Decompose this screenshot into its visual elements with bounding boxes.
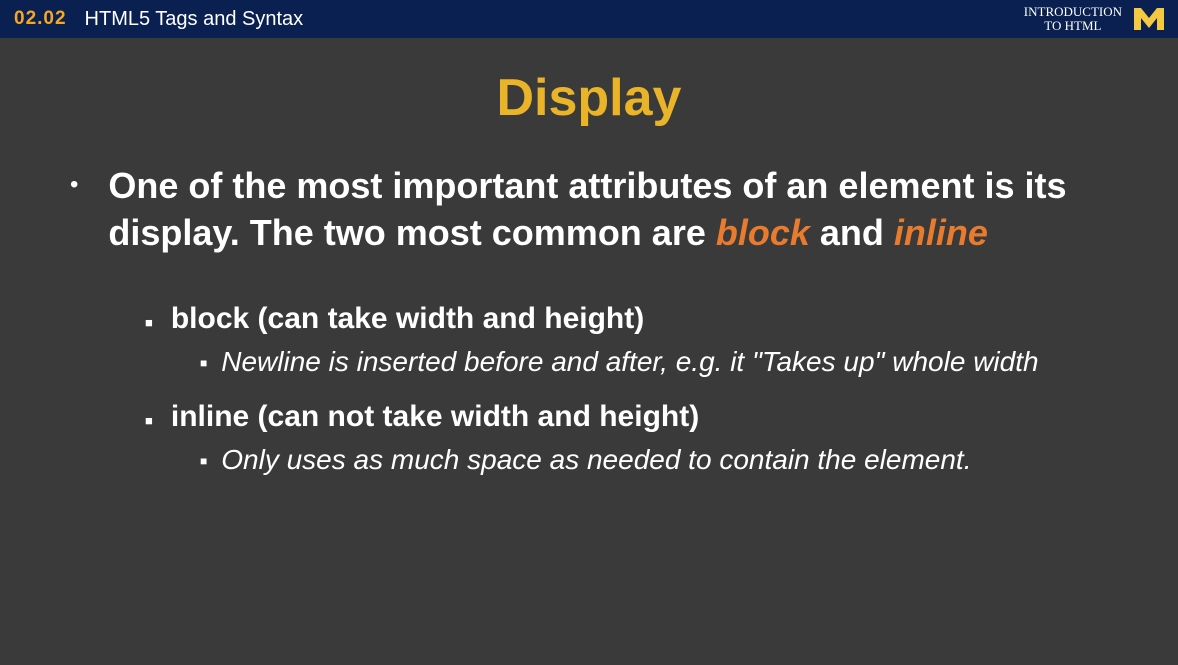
square-marker-icon: ■ (145, 413, 153, 434)
sub-sub-item: ■ Only uses as much space as needed to c… (200, 442, 1108, 478)
slide-content: Display • One of the most important attr… (0, 38, 1178, 478)
section-title: HTML5 Tags and Syntax (85, 8, 304, 31)
slide-header: 02.02 HTML5 Tags and Syntax INTRODUCTION… (0, 0, 1178, 38)
square-marker-icon: ■ (200, 454, 207, 478)
sub-sub-text-inline: Only uses as much space as needed to con… (221, 442, 971, 478)
slide-title: Display (70, 68, 1108, 128)
sub-sub-list-block: ■ Newline is inserted before and after, … (200, 344, 1108, 380)
sub-text-block: block (can take width and height) (171, 302, 644, 336)
sub-list: ■ block (can take width and height) ■ Ne… (145, 302, 1108, 479)
highlight-inline: inline (894, 212, 988, 253)
square-marker-icon: ■ (200, 356, 207, 380)
main-bullet: • One of the most important attributes o… (70, 163, 1108, 257)
course-title: INTRODUCTION TO HTML (1024, 5, 1122, 34)
square-marker-icon: ■ (145, 315, 153, 336)
sub-sub-list-inline: ■ Only uses as much space as needed to c… (200, 442, 1108, 478)
main-bullet-text: One of the most important attributes of … (108, 163, 1108, 257)
header-right: INTRODUCTION TO HTML (1024, 5, 1164, 34)
sub-sub-text-block: Newline is inserted before and after, e.… (221, 344, 1038, 380)
course-title-line2: TO HTML (1024, 19, 1122, 33)
sub-sub-item: ■ Newline is inserted before and after, … (200, 344, 1108, 380)
course-title-line1: INTRODUCTION (1024, 5, 1122, 19)
bullet-marker-icon: • (70, 171, 78, 257)
highlight-block: block (716, 212, 810, 253)
michigan-logo-icon (1134, 8, 1164, 30)
sub-text-inline: inline (can not take width and height) (171, 400, 699, 434)
section-number: 02.02 (14, 8, 67, 30)
main-text-part2: and (810, 212, 894, 253)
sub-item-block: ■ block (can take width and height) (145, 302, 1108, 336)
sub-item-inline: ■ inline (can not take width and height) (145, 400, 1108, 434)
